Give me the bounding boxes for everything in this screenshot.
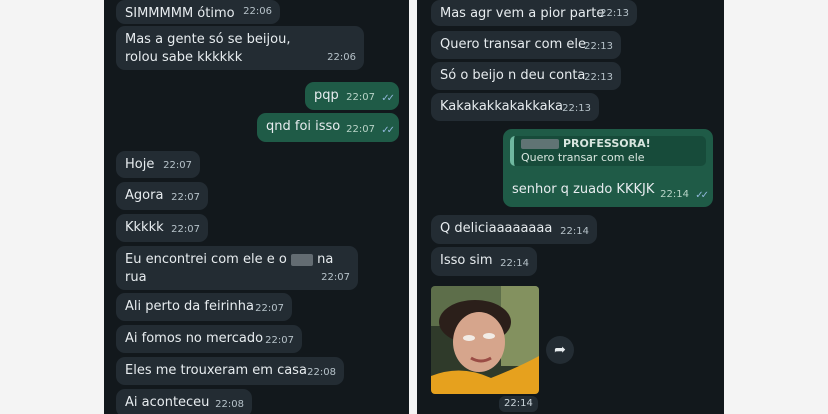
message-bubble-incoming[interactable]: Mas agr vem a pior parte 22:13 — [431, 0, 637, 26]
message-time: 22:13 — [600, 8, 629, 19]
message-bubble-incoming[interactable]: Só o beijo n deu conta 22:13 — [431, 62, 621, 90]
forward-arrow-icon[interactable]: ➦ — [546, 336, 574, 364]
message-time: 22:07 — [171, 192, 200, 203]
message-time: 22:07 — [163, 160, 192, 171]
message-time: 22:13 — [584, 72, 613, 83]
photo-time: 22:14 — [499, 396, 538, 412]
redacted-name — [290, 253, 313, 266]
double-check-icon: ✓✓ — [695, 190, 709, 201]
message-text: Agora — [125, 188, 164, 203]
message-bubble-incoming[interactable]: Agora 22:07 — [116, 182, 208, 210]
message-time: 22:06 — [327, 52, 356, 63]
message-time: 22:07 — [346, 92, 375, 103]
message-bubble-incoming[interactable]: Ai aconteceu 22:08 — [116, 389, 252, 414]
message-bubble-incoming[interactable]: Quero transar com ele 22:13 — [431, 31, 621, 59]
message-text: Eles me trouxeram em casa — [125, 363, 307, 378]
message-text: SIMMMMM ótimo — [125, 6, 235, 21]
message-time: 22:07 — [346, 124, 375, 135]
message-text: Kkkkk — [125, 220, 164, 235]
message-bubble-incoming[interactable]: Ai fomos no mercado 22:07 — [116, 325, 302, 353]
message-text-before: Eu encontrei com ele e o — [125, 252, 287, 267]
message-bubble-incoming[interactable]: Ali perto da feirinha 22:07 — [116, 293, 292, 321]
message-time: 22:14 — [660, 189, 689, 200]
message-bubble-incoming[interactable]: SIMMMMM ótimo 22:06 — [116, 0, 280, 24]
message-bubble-outgoing[interactable]: qnd foi isso 22:07 ✓✓ — [257, 113, 399, 142]
message-text: Mas a gente só se beijou, rolou sabe kkk… — [125, 32, 291, 65]
message-text: qnd foi isso — [266, 119, 341, 134]
chat-screenshot-left: SIMMMMM ótimo 22:06 Mas a gente só se be… — [104, 0, 409, 414]
quoted-message[interactable]: PROFESSORA! Quero transar com ele — [510, 136, 706, 166]
message-time: 22:08 — [215, 399, 244, 410]
quoted-author: PROFESSORA! — [563, 137, 651, 150]
message-text: Ali perto da feirinha — [125, 299, 254, 314]
message-time: 22:07 — [321, 272, 350, 283]
message-bubble-outgoing[interactable]: pqp 22:07 ✓✓ — [305, 82, 399, 110]
message-bubble-incoming[interactable]: Kakakakkakakkaka 22:13 — [431, 93, 599, 121]
message-bubble-incoming[interactable]: Q deliciaaaaaaaa 22:14 — [431, 215, 597, 244]
message-time: 22:08 — [307, 367, 336, 378]
quoted-text: Quero transar com ele — [521, 151, 645, 164]
message-text: Ai fomos no mercado — [125, 331, 264, 346]
double-check-icon: ✓✓ — [381, 125, 395, 136]
message-time: 22:07 — [265, 335, 294, 346]
panel-divider — [409, 0, 417, 414]
message-time: 22:13 — [562, 103, 591, 114]
message-time: 22:07 — [171, 224, 200, 235]
message-time: 22:13 — [584, 41, 613, 52]
message-bubble-incoming[interactable]: Isso sim 22:14 — [431, 247, 537, 276]
message-bubble-incoming[interactable]: Eu encontrei com ele e o na rua 22:07 — [116, 246, 358, 290]
message-bubble-outgoing-reply[interactable]: PROFESSORA! Quero transar com ele senhor… — [503, 129, 713, 207]
message-text: Q deliciaaaaaaaa — [440, 221, 553, 236]
message-text: Só o beijo n deu conta — [440, 68, 586, 83]
message-time: 22:07 — [255, 303, 284, 314]
chat-screenshot-right: Mas agr vem a pior parte 22:13 Quero tra… — [417, 0, 724, 414]
message-text: senhor q zuado KKKJK — [512, 182, 655, 197]
message-text: Quero transar com ele — [440, 37, 586, 52]
double-check-icon: ✓✓ — [381, 93, 395, 104]
message-time: 22:14 — [500, 258, 529, 269]
message-bubble-incoming[interactable]: Kkkkk 22:07 — [116, 214, 208, 242]
message-text: Mas agr vem a pior parte — [440, 6, 605, 21]
message-text: pqp — [314, 88, 339, 103]
message-text: Hoje — [125, 157, 155, 172]
redacted-name — [521, 139, 559, 149]
message-bubble-incoming[interactable]: Eles me trouxeram em casa 22:08 — [116, 357, 344, 385]
message-time: 22:06 — [243, 6, 272, 17]
message-bubble-incoming[interactable]: Hoje 22:07 — [116, 151, 200, 178]
photo-image — [431, 286, 539, 394]
message-text: Ai aconteceu — [125, 395, 210, 410]
photo-message[interactable] — [431, 286, 539, 394]
message-text: Kakakakkakakkaka — [440, 99, 563, 114]
message-bubble-incoming[interactable]: Mas a gente só se beijou, rolou sabe kkk… — [116, 26, 364, 70]
message-text: Isso sim — [440, 253, 493, 268]
message-time: 22:14 — [560, 226, 589, 237]
